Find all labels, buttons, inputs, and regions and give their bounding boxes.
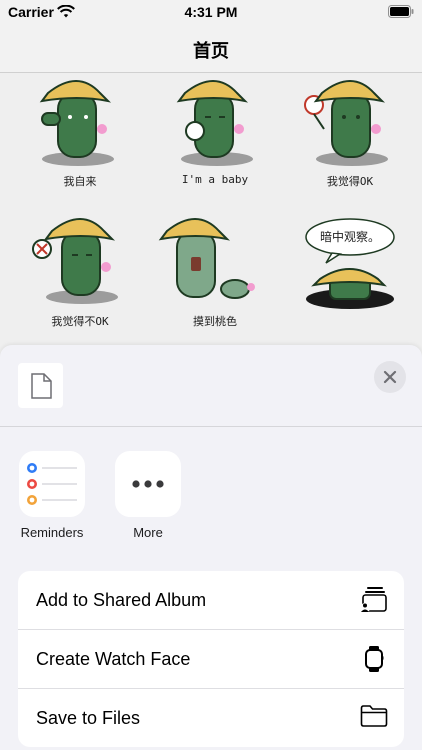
document-thumbnail [18,363,63,408]
cactus-sticker-image [158,218,255,299]
app-more[interactable]: More [113,451,183,540]
speech-bubble-text: 暗中观察。 [319,230,380,244]
document-icon [30,372,52,399]
watch-icon [364,645,384,678]
action-save-to-files[interactable]: Save to Files [18,689,404,747]
sticker-grid: 我自来 I'm a baby 我觉得OK 我觉得不OK 摸到桃色 暗中观察。 [0,73,422,363]
reminders-icon [19,451,85,517]
sticker-item[interactable]: 暗中观察。 [290,213,410,343]
sticker-caption: I'm a baby [181,173,249,186]
battery-icon [388,5,414,23]
app-reminders[interactable]: Reminders [17,451,87,540]
action-add-to-shared-album[interactable]: Add to Shared Album [18,571,404,630]
divider [0,426,422,427]
sticker-caption: 我觉得OK [326,175,374,188]
action-create-watch-face[interactable]: Create Watch Face [18,630,404,689]
action-label: Add to Shared Album [36,590,207,610]
cactus-sticker-image [32,218,118,304]
action-label: Save to Files [36,708,141,728]
sticker-caption: 摸到桃色 [193,315,237,328]
cactus-sticker-image [39,80,114,166]
sticker-item[interactable]: 摸到桃色 [155,213,275,343]
action-list: Add to Shared Album Create Watch Face Sa… [18,571,404,747]
sticker-item[interactable]: 我觉得不OK [20,213,140,343]
navigation-bar: 首页 [0,26,422,73]
status-bar: Carrier 4:31 PM [0,0,422,26]
close-button[interactable] [374,361,406,393]
app-label: More [133,525,163,540]
sticker-caption: 我自来 [63,175,97,188]
clock: 4:31 PM [184,4,238,20]
share-sheet: Reminders More Add to Shared Album Creat… [0,345,422,750]
sticker-item[interactable]: 我自来 [20,73,140,203]
folder-icon [360,704,388,733]
cactus-sticker-image [304,80,388,166]
sticker-item[interactable]: 我觉得OK [290,73,410,203]
sticker-caption: 我觉得不OK [51,315,109,328]
more-icon [115,451,181,517]
sticker-item[interactable]: I'm a baby [155,73,275,203]
page-title: 首页 [193,41,229,61]
cactus-sticker-image [176,80,253,166]
close-icon [383,370,397,384]
shared-album-icon [360,586,388,619]
action-label: Create Watch Face [36,649,191,669]
app-label: Reminders [20,525,84,540]
